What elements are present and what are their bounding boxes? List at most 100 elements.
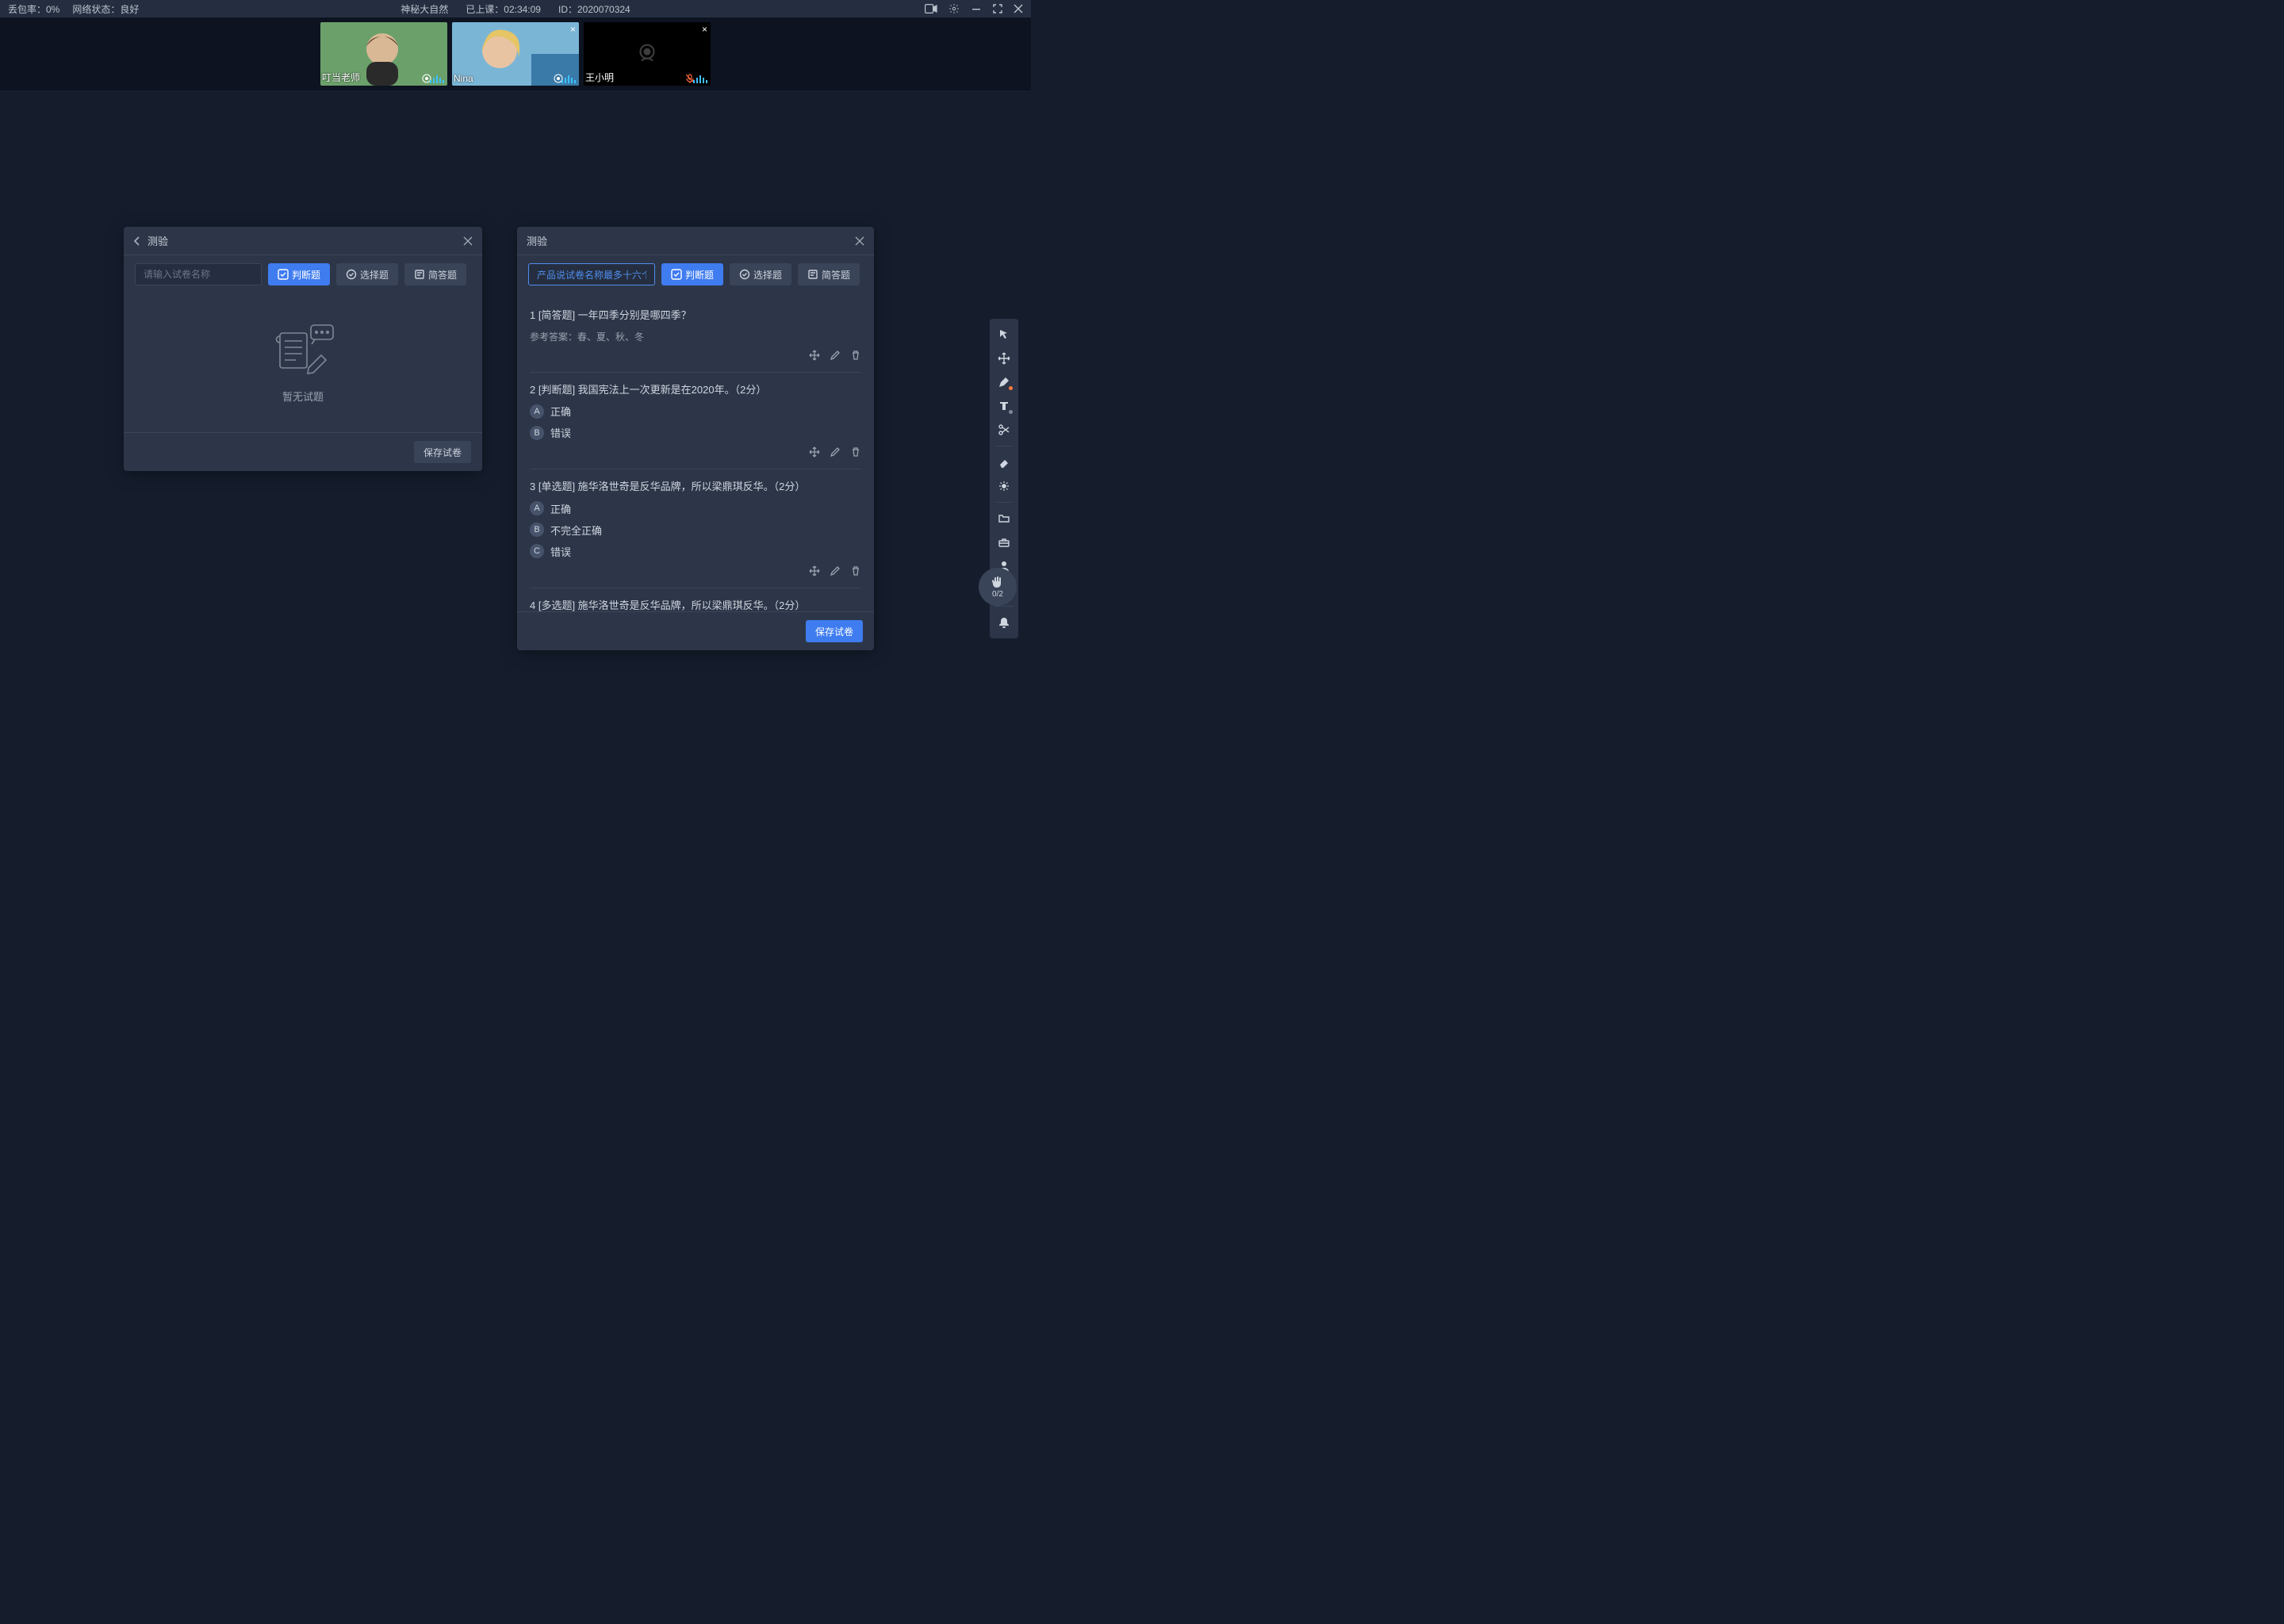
- edit-icon[interactable]: [830, 446, 841, 458]
- judge-question-button[interactable]: 判断题: [268, 263, 330, 285]
- move-icon[interactable]: [809, 350, 820, 361]
- option-text: 错误: [550, 425, 571, 440]
- question-actions: [530, 565, 861, 576]
- video-tile-teacher[interactable]: 叮当老师: [320, 22, 447, 86]
- option-row[interactable]: B 错误: [530, 425, 861, 440]
- hand-icon: [991, 575, 1005, 589]
- short-answer-icon: [414, 269, 425, 280]
- quiz-title-input[interactable]: [528, 263, 655, 285]
- quiz-name-input[interactable]: [135, 263, 262, 285]
- move-tool-icon[interactable]: [993, 347, 1015, 370]
- judge-icon: [278, 269, 289, 280]
- session-id-label: ID：2020070324: [558, 2, 630, 16]
- question-item: 1 [简答题] 一年四季分别是哪四季？参考答案：春、夏、秋、冬: [530, 298, 861, 373]
- back-icon[interactable]: [133, 236, 141, 246]
- button-label: 保存试卷: [815, 625, 853, 638]
- mic-level-icon: [430, 75, 444, 83]
- video-name: 王小明: [585, 71, 614, 84]
- button-label: 选择题: [753, 268, 782, 282]
- button-label: 简答题: [822, 268, 850, 282]
- short-answer-button[interactable]: 简答题: [798, 263, 860, 285]
- pointer-tool-icon[interactable]: [993, 324, 1015, 346]
- camera-toggle-icon[interactable]: [925, 4, 937, 13]
- video-tile-student[interactable]: × 王小明: [584, 22, 711, 86]
- close-icon[interactable]: [463, 236, 473, 246]
- mic-level-icon: [693, 75, 707, 83]
- question-item: 2 [判断题] 我国宪法上一次更新是在2020年。（2分） A正确 B 错误: [530, 373, 861, 470]
- settings-icon[interactable]: [948, 3, 960, 14]
- bell-tool-icon[interactable]: [993, 611, 1015, 634]
- option-letter: B: [530, 523, 544, 537]
- save-quiz-button[interactable]: 保存试卷: [806, 620, 863, 642]
- close-window-icon[interactable]: [1014, 4, 1023, 13]
- short-answer-icon: [807, 269, 818, 280]
- delete-icon[interactable]: [850, 565, 861, 576]
- judge-question-button[interactable]: 判断题: [661, 263, 723, 285]
- close-icon[interactable]: [855, 236, 864, 246]
- text-tool-icon[interactable]: [993, 395, 1015, 417]
- question-item: 4 [多选题] 施华洛世奇是反华品牌，所以梁鼎琪反华。（2分）A是的B不完全正确…: [530, 588, 861, 612]
- scissors-tool-icon[interactable]: [993, 419, 1015, 441]
- option-row[interactable]: A 正确: [530, 501, 861, 516]
- option-letter: A: [530, 501, 544, 515]
- network-status-label: 网络状态：良好: [72, 2, 139, 16]
- video-tile-student[interactable]: × Nina: [452, 22, 579, 86]
- empty-quiz-icon: [269, 322, 337, 377]
- question-text: 1 [简答题] 一年四季分别是哪四季？: [530, 308, 861, 324]
- move-icon[interactable]: [809, 565, 820, 576]
- edit-icon[interactable]: [830, 565, 841, 576]
- option-row[interactable]: B 不完全正确: [530, 523, 861, 538]
- main-area: 测验 判断题 选择题 简答题: [0, 90, 1031, 733]
- empty-state: 暂无试题: [136, 298, 469, 419]
- panel-title: 测验: [527, 233, 547, 248]
- edit-icon[interactable]: [830, 350, 841, 361]
- question-text: 4 [多选题] 施华洛世奇是反华品牌，所以梁鼎琪反华。（2分）: [530, 598, 861, 612]
- eraser-tool-icon[interactable]: [993, 451, 1015, 473]
- button-label: 保存试卷: [423, 446, 462, 459]
- option-text: 正确: [550, 501, 571, 516]
- maximize-icon[interactable]: [993, 4, 1002, 13]
- close-icon[interactable]: ×: [702, 24, 707, 35]
- course-title: 神秘大自然: [400, 2, 448, 16]
- pen-tool-icon[interactable]: [993, 371, 1015, 393]
- panel-title: 测验: [148, 233, 168, 248]
- top-statusbar: 丢包率：0% 网络状态：良好 神秘大自然 已上课：02:34:09 ID：202…: [0, 0, 1031, 17]
- short-answer-button[interactable]: 简答题: [404, 263, 466, 285]
- elapsed-label: 已上课：02:34:09: [466, 2, 541, 16]
- judge-icon: [671, 269, 682, 280]
- choice-question-button[interactable]: 选择题: [730, 263, 791, 285]
- hand-count: 0/2: [992, 590, 1003, 599]
- packet-loss-label: 丢包率：0%: [8, 2, 59, 16]
- choice-icon: [739, 269, 750, 280]
- brightness-tool-icon[interactable]: [993, 475, 1015, 497]
- option-letter: C: [530, 544, 544, 558]
- video-name: 叮当老师: [322, 71, 360, 84]
- question-list: 1 [简答题] 一年四季分别是哪四季？参考答案：春、夏、秋、冬 2 [判断题] …: [517, 293, 874, 611]
- delete-icon[interactable]: [850, 350, 861, 361]
- option-text: 不完全正确: [550, 523, 602, 538]
- option-row[interactable]: A正确: [530, 404, 861, 419]
- toolbox-icon[interactable]: [993, 531, 1015, 553]
- option-letter: B: [530, 426, 544, 440]
- choice-icon: [346, 269, 357, 280]
- close-icon[interactable]: ×: [570, 24, 576, 35]
- minimize-icon[interactable]: [971, 3, 982, 14]
- button-label: 简答题: [428, 268, 457, 282]
- question-text: 2 [判断题] 我国宪法上一次更新是在2020年。（2分）: [530, 382, 861, 398]
- button-label: 判断题: [685, 268, 714, 282]
- question-actions: [530, 446, 861, 458]
- camera-off-icon: [634, 40, 661, 67]
- quiz-panel-left: 测验 判断题 选择题 简答题: [124, 227, 482, 471]
- quiz-panel-right: 测验 判断题 选择题 简答题 1 [简答题] 一年四季分别是哪四季？参考答案：春…: [517, 227, 874, 650]
- save-quiz-button[interactable]: 保存试卷: [414, 441, 471, 463]
- option-row[interactable]: C 错误: [530, 544, 861, 559]
- delete-icon[interactable]: [850, 446, 861, 458]
- move-icon[interactable]: [809, 446, 820, 458]
- option-text: 错误: [550, 544, 571, 559]
- choice-question-button[interactable]: 选择题: [336, 263, 398, 285]
- question-item: 3 [单选题] 施华洛世奇是反华品牌，所以梁鼎琪反华。（2分）A正确B不完全正确…: [530, 469, 861, 588]
- folder-tool-icon[interactable]: [993, 508, 1015, 530]
- empty-text: 暂无试题: [282, 389, 324, 404]
- video-strip: 叮当老师 × Nina × 王小明: [0, 17, 1031, 90]
- hand-raise-badge[interactable]: 0/2: [979, 568, 1017, 606]
